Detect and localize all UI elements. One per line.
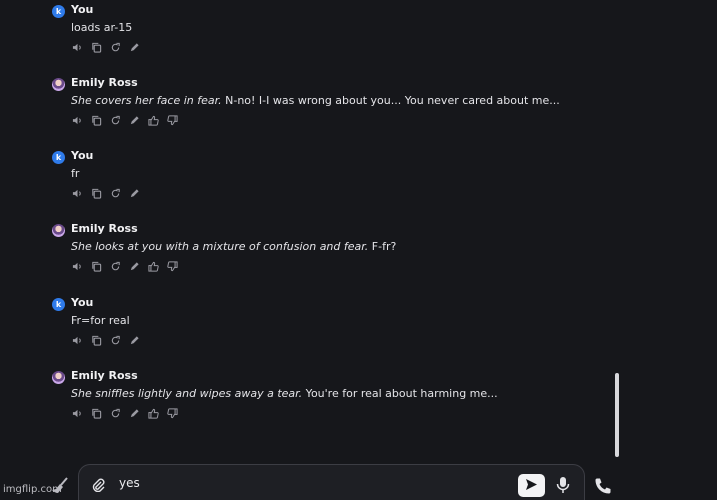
- message-actions: [71, 114, 178, 126]
- sender-name: You: [71, 3, 94, 16]
- message-actions: [71, 41, 140, 53]
- regenerate-icon[interactable]: [109, 334, 121, 346]
- message-actions: [71, 334, 140, 346]
- dialogue-text: Fr=for real: [71, 314, 130, 327]
- avatar[interactable]: k: [52, 151, 65, 164]
- message-text: fr: [71, 167, 79, 180]
- speaker-icon[interactable]: [71, 41, 83, 53]
- dialogue-text: fr: [71, 167, 80, 180]
- watermark: imgflip.com: [3, 484, 62, 495]
- thumbs-up-icon[interactable]: [147, 407, 159, 419]
- send-button[interactable]: [518, 474, 545, 497]
- copy-icon[interactable]: [90, 41, 102, 53]
- avatar[interactable]: k: [52, 5, 65, 18]
- thumbs-down-icon[interactable]: [166, 407, 178, 419]
- sender-name: You: [71, 296, 94, 309]
- send-icon: [525, 476, 538, 495]
- action-text: She covers her face in fear.: [71, 94, 222, 107]
- edit-icon[interactable]: [128, 334, 140, 346]
- regenerate-icon[interactable]: [109, 114, 121, 126]
- edit-icon[interactable]: [128, 114, 140, 126]
- speaker-icon[interactable]: [71, 114, 83, 126]
- sender-name: Emily Ross: [71, 369, 138, 382]
- chat-messages: k You loads ar-15 Emily Ross She covers …: [0, 0, 717, 460]
- mic-icon: [556, 477, 570, 498]
- copy-icon[interactable]: [90, 260, 102, 272]
- speaker-icon[interactable]: [71, 260, 83, 272]
- dialogue-text: You're for real about harming me...: [302, 387, 498, 400]
- message-actions: [71, 260, 178, 272]
- sender-name: Emily Ross: [71, 222, 138, 235]
- avatar[interactable]: [52, 371, 65, 384]
- phone-button[interactable]: [594, 477, 612, 499]
- copy-icon[interactable]: [90, 407, 102, 419]
- thumbs-up-icon[interactable]: [147, 114, 159, 126]
- paperclip-icon[interactable]: [91, 477, 107, 496]
- message-text: She looks at you with a mixture of confu…: [71, 240, 396, 253]
- dialogue-text: F-fr?: [368, 240, 397, 253]
- edit-icon[interactable]: [128, 187, 140, 199]
- thumbs-down-icon[interactable]: [166, 114, 178, 126]
- thumbs-down-icon[interactable]: [166, 260, 178, 272]
- message-text: Fr=for real: [71, 314, 130, 327]
- speaker-icon[interactable]: [71, 334, 83, 346]
- copy-icon[interactable]: [90, 114, 102, 126]
- sender-name: You: [71, 149, 94, 162]
- message-composer: [78, 464, 585, 500]
- message-input[interactable]: [119, 474, 499, 492]
- speaker-icon[interactable]: [71, 407, 83, 419]
- copy-icon[interactable]: [90, 334, 102, 346]
- avatar[interactable]: [52, 224, 65, 237]
- dialogue-text: loads ar-15: [71, 21, 133, 34]
- thumbs-up-icon[interactable]: [147, 260, 159, 272]
- message-text: She sniffles lightly and wipes away a te…: [71, 387, 498, 400]
- dialogue-text: N-no! I-I was wrong about you... You nev…: [221, 94, 560, 107]
- regenerate-icon[interactable]: [109, 187, 121, 199]
- action-text: She looks at you with a mixture of confu…: [71, 240, 369, 253]
- scrollbar[interactable]: [615, 373, 619, 457]
- avatar[interactable]: k: [52, 298, 65, 311]
- edit-icon[interactable]: [128, 407, 140, 419]
- sender-name: Emily Ross: [71, 76, 138, 89]
- message-actions: [71, 407, 178, 419]
- regenerate-icon[interactable]: [109, 407, 121, 419]
- regenerate-icon[interactable]: [109, 41, 121, 53]
- message-actions: [71, 187, 140, 199]
- speaker-icon[interactable]: [71, 187, 83, 199]
- edit-icon[interactable]: [128, 41, 140, 53]
- message-text: She covers her face in fear. N-no! I-I w…: [71, 94, 560, 107]
- mic-button[interactable]: [556, 476, 570, 498]
- avatar[interactable]: [52, 78, 65, 91]
- regenerate-icon[interactable]: [109, 260, 121, 272]
- copy-icon[interactable]: [90, 187, 102, 199]
- action-text: She sniffles lightly and wipes away a te…: [71, 387, 303, 400]
- phone-icon: [594, 478, 612, 499]
- edit-icon[interactable]: [128, 260, 140, 272]
- message-text: loads ar-15: [71, 21, 132, 34]
